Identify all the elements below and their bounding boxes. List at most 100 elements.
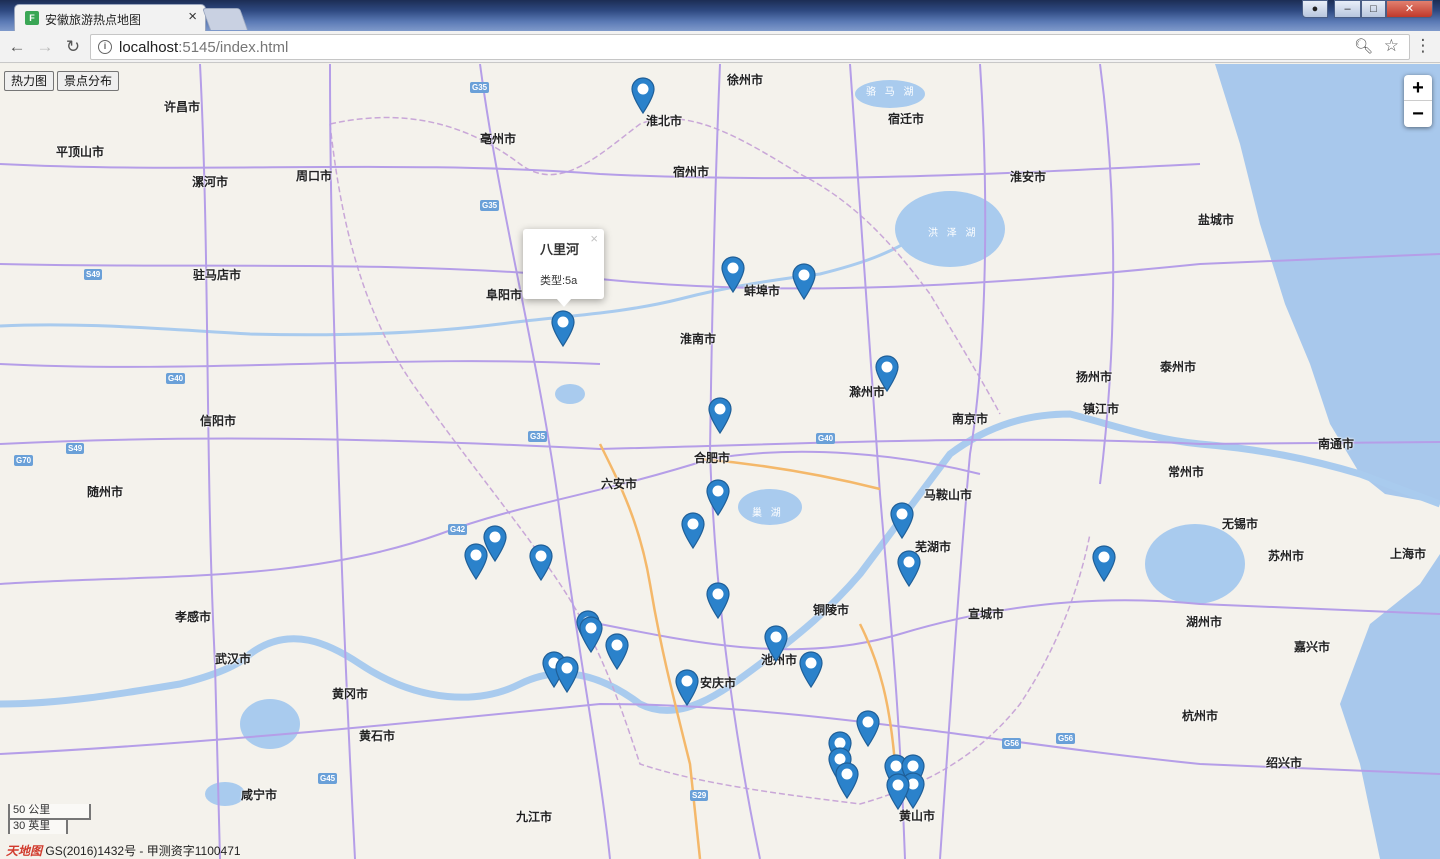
tab-title: 安徽旅游热点地图 bbox=[45, 13, 142, 27]
scale-mi: 30 英里 bbox=[8, 818, 68, 834]
map-marker-pin-icon[interactable] bbox=[1091, 544, 1117, 583]
info-icon[interactable]: i bbox=[98, 40, 112, 54]
favicon-icon: F bbox=[25, 11, 39, 25]
map-marker-pin-icon[interactable] bbox=[604, 632, 630, 671]
zoom-in-button[interactable]: + bbox=[1404, 75, 1432, 101]
city-label: 阜阳市 bbox=[486, 288, 523, 302]
map-marker-pin-icon[interactable] bbox=[550, 309, 576, 348]
map-marker-pin-icon[interactable] bbox=[874, 354, 900, 393]
marker-popup: 八里河 类型:5a × bbox=[523, 229, 604, 307]
city-label: 亳州市 bbox=[480, 132, 517, 146]
city-label: 淮北市 bbox=[646, 114, 683, 128]
map-marker-pin-icon[interactable] bbox=[705, 581, 731, 620]
map-view[interactable]: 淮北市 宿迁市 亳州市 宿州市 淮安市 周口市 漯河市 平顶山市 许昌市 盐城市… bbox=[0, 64, 1440, 859]
city-label: 铜陵市 bbox=[813, 603, 850, 617]
city-label: 宿迁市 bbox=[888, 112, 925, 126]
popup-close-icon[interactable]: × bbox=[590, 231, 598, 246]
city-label: 嘉兴市 bbox=[1294, 640, 1331, 654]
tab-active[interactable]: F 安徽旅游热点地图 × bbox=[14, 4, 206, 31]
map-marker-pin-icon[interactable] bbox=[463, 542, 489, 581]
user-icon[interactable]: ● bbox=[1302, 0, 1328, 18]
address-bar[interactable]: i localhost:5145/index.html 🔍︎ ☆ bbox=[90, 34, 1410, 60]
city-label: 徐州市 bbox=[727, 73, 764, 87]
lake-label: 洪 泽 湖 bbox=[928, 228, 979, 239]
map-marker-pin-icon[interactable] bbox=[889, 501, 915, 540]
new-tab-button[interactable] bbox=[201, 8, 249, 30]
city-label: 南通市 bbox=[1318, 437, 1355, 451]
back-arrow-icon[interactable]: ← bbox=[6, 36, 28, 58]
map-marker-pin-icon[interactable] bbox=[720, 255, 746, 294]
highway-shield: S49 bbox=[66, 443, 85, 454]
highway-shield: S29 bbox=[690, 790, 709, 801]
popup-type: 类型:5a bbox=[540, 275, 578, 287]
highway-shield: S49 bbox=[84, 269, 103, 280]
highway-shield: G45 bbox=[318, 773, 338, 784]
map-marker-pin-icon[interactable] bbox=[896, 549, 922, 588]
city-label: 宿州市 bbox=[673, 165, 710, 179]
copyright-text: GS(2016)1432号 - 甲测资字1100471 bbox=[45, 844, 241, 858]
map-marker-pin-icon[interactable] bbox=[798, 650, 824, 689]
layer-switcher: 热力图 景点分布 bbox=[4, 71, 122, 91]
city-label: 淮南市 bbox=[680, 332, 717, 346]
browser-toolbar: ← → ↻ i localhost:5145/index.html 🔍︎ ☆ ⋮ bbox=[0, 31, 1440, 63]
highway-shield: G56 bbox=[1002, 738, 1022, 749]
city-label: 黄冈市 bbox=[332, 687, 369, 701]
reload-icon[interactable]: ↻ bbox=[62, 36, 84, 58]
map-marker-pin-icon[interactable] bbox=[885, 772, 911, 811]
city-label: 扬州市 bbox=[1076, 370, 1113, 384]
map-marker-pin-icon[interactable] bbox=[855, 709, 881, 748]
city-label: 常州市 bbox=[1168, 465, 1205, 479]
tab-close-icon[interactable]: × bbox=[188, 8, 197, 25]
scale-bar: 50 公里 30 英里 bbox=[8, 804, 91, 834]
city-label: 驻马店市 bbox=[193, 268, 242, 282]
map-marker-pin-icon[interactable] bbox=[554, 655, 580, 694]
highway-shield: G56 bbox=[1056, 733, 1076, 744]
menu-icon[interactable]: ⋮ bbox=[1414, 36, 1432, 56]
map-marker-pin-icon[interactable] bbox=[705, 478, 731, 517]
map-marker-pin-icon[interactable] bbox=[680, 511, 706, 550]
city-label: 咸宁市 bbox=[241, 788, 278, 802]
map-marker-pin-icon[interactable] bbox=[763, 624, 789, 663]
city-label: 平顶山市 bbox=[56, 145, 105, 159]
zoom-icon[interactable]: 🔍︎ bbox=[1354, 37, 1373, 55]
highway-shield: G35 bbox=[470, 82, 490, 93]
bookmark-star-icon[interactable]: ☆ bbox=[1384, 36, 1399, 56]
maximize-button[interactable]: □ bbox=[1361, 0, 1386, 18]
map-marker-pin-icon[interactable] bbox=[578, 615, 604, 654]
lake-label: 巢 湖 bbox=[752, 508, 784, 519]
city-label: 安庆市 bbox=[700, 676, 737, 690]
map-attribution: 天地图 GS(2016)1432号 - 甲测资字1100471 bbox=[6, 842, 241, 859]
url-path: :5145/index.html bbox=[178, 39, 289, 56]
city-label: 武汉市 bbox=[215, 652, 252, 666]
map-marker-pin-icon[interactable] bbox=[528, 543, 554, 582]
city-label: 蚌埠市 bbox=[744, 284, 781, 298]
map-marker-pin-icon[interactable] bbox=[707, 396, 733, 435]
city-label: 马鞍山市 bbox=[924, 488, 973, 502]
city-label: 无锡市 bbox=[1222, 517, 1259, 531]
map-marker-pin-icon[interactable] bbox=[674, 668, 700, 707]
city-label: 绍兴市 bbox=[1266, 756, 1303, 770]
zoom-out-button[interactable]: − bbox=[1404, 101, 1432, 127]
city-label: 镇江市 bbox=[1083, 402, 1120, 416]
map-marker-pin-icon[interactable] bbox=[630, 76, 656, 115]
city-label: 信阳市 bbox=[200, 414, 237, 428]
city-label: 南京市 bbox=[952, 412, 989, 426]
zoom-control: + − bbox=[1404, 75, 1432, 127]
city-label: 六安市 bbox=[601, 477, 638, 491]
forward-arrow-icon[interactable]: → bbox=[34, 36, 56, 58]
city-label: 随州市 bbox=[87, 485, 124, 499]
highway-shield: G35 bbox=[480, 200, 500, 211]
city-label: 盐城市 bbox=[1198, 213, 1235, 227]
city-label: 漯河市 bbox=[192, 175, 229, 189]
highway-shield: G70 bbox=[14, 455, 34, 466]
scenic-distribution-button[interactable]: 景点分布 bbox=[57, 71, 120, 91]
close-window-button[interactable]: ✕ bbox=[1386, 0, 1433, 18]
heatmap-button[interactable]: 热力图 bbox=[4, 71, 55, 91]
city-label: 上海市 bbox=[1390, 547, 1427, 561]
minimize-button[interactable]: – bbox=[1334, 0, 1361, 18]
map-marker-pin-icon[interactable] bbox=[791, 262, 817, 301]
map-marker-pin-icon[interactable] bbox=[834, 761, 860, 800]
city-label: 宣城市 bbox=[968, 607, 1005, 621]
highway-shield: G35 bbox=[528, 431, 548, 442]
tianditu-logo: 天地图 bbox=[6, 844, 43, 858]
